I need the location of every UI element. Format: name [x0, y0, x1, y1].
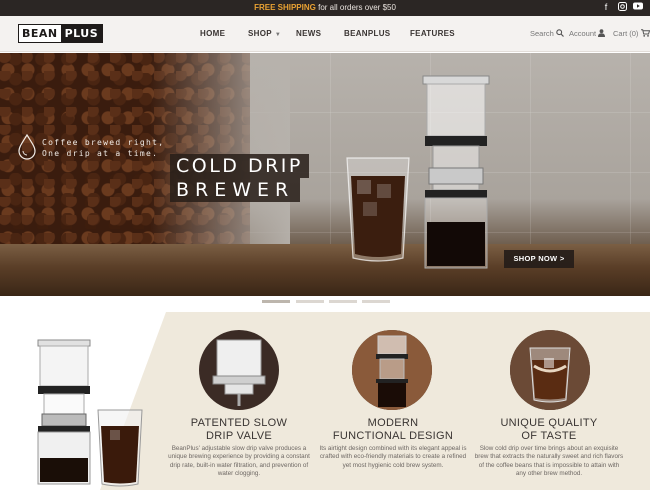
nav-shop-label: SHOP — [248, 29, 272, 38]
brand-part1: BEAN — [19, 25, 61, 42]
cart-link[interactable]: Cart (0) — [613, 29, 650, 38]
account-link[interactable]: Account — [569, 29, 606, 38]
slider-dot-4[interactable] — [362, 300, 390, 303]
slider-dot-1[interactable] — [262, 300, 290, 303]
water-drop-icon — [18, 133, 36, 160]
hero-tagline: Coffee brewed right, One drip at a time. — [42, 137, 164, 159]
feature-title-2: MODERN FUNCTIONAL DESIGN — [323, 417, 463, 443]
nav-beanplus[interactable]: BEANPLUS — [344, 29, 390, 38]
feature-desc-2: Its airtight design combined with its el… — [319, 445, 467, 469]
feature-title-1: PATENTED SLOW DRIP VALVE — [169, 417, 309, 443]
cold-drip-brewer-image — [422, 75, 490, 269]
feature-2-title-line1: MODERN — [367, 417, 419, 429]
user-icon — [598, 29, 606, 37]
hero-title-line2: BREWER — [170, 178, 301, 202]
cart-label: Cart (0) — [613, 29, 639, 38]
coffee-taste-image — [510, 330, 590, 410]
feature-desc-1: BeanPlus' adjustable slow drip valve pro… — [168, 445, 310, 478]
feature-2-title-line2: FUNCTIONAL DESIGN — [332, 430, 454, 442]
nav-shop[interactable]: SHOP ▼ — [248, 29, 281, 38]
account-label: Account — [569, 29, 597, 38]
search-link[interactable]: Search — [530, 29, 564, 38]
brewer-design-image — [352, 330, 432, 410]
brand-logo[interactable]: BEAN PLUS — [18, 24, 104, 43]
nav-home[interactable]: HOME — [200, 29, 225, 38]
main-nav: BEAN PLUS HOME SHOP ▼ NEWS BEANPLUS FEATUR… — [0, 16, 650, 52]
iced-coffee-glass-image — [346, 157, 410, 262]
hero-title-line1: COLD DRIP — [170, 154, 309, 178]
promo-bar: FREE SHIPPING for all orders over $50 f — [0, 0, 650, 16]
facebook-icon[interactable]: f — [601, 2, 611, 13]
search-icon — [556, 29, 564, 37]
nav-news[interactable]: NEWS — [296, 29, 321, 38]
tagline-line1: Coffee brewed right, — [42, 138, 165, 147]
promo-text: FREE SHIPPING for all orders over $50 — [0, 3, 650, 12]
chevron-down-icon: ▼ — [274, 32, 282, 38]
nav-features[interactable]: FEATURES — [410, 29, 455, 38]
feature-3-title-line1: UNIQUE QUALITY — [500, 417, 598, 429]
brand-part2: PLUS — [64, 27, 99, 40]
feature-3-title-line2: OF TASTE — [521, 430, 577, 442]
feature-title-3: UNIQUE QUALITY OF TASTE — [479, 417, 619, 443]
brewer-product-image — [37, 339, 143, 487]
youtube-icon[interactable] — [633, 2, 643, 13]
feature-desc-3: Slow cold drip over time brings about an… — [474, 445, 624, 478]
slider-dot-2[interactable] — [296, 300, 324, 303]
cart-icon — [640, 29, 650, 37]
feature-1-title-line1: PATENTED SLOW — [190, 417, 288, 429]
tagline-line2: One drip at a time. — [42, 149, 159, 158]
promo-rest: for all orders over $50 — [315, 3, 396, 12]
slider-dot-3[interactable] — [329, 300, 357, 303]
promo-strong: FREE SHIPPING — [254, 3, 316, 12]
drip-valve-image — [199, 330, 279, 410]
shop-now-button[interactable]: SHOP NOW > — [504, 250, 574, 268]
hero-banner[interactable]: Coffee brewed right, One drip at a time.… — [0, 53, 650, 296]
feature-1-title-line2: DRIP VALVE — [206, 430, 272, 442]
search-label: Search — [530, 29, 554, 38]
instagram-icon[interactable] — [617, 2, 627, 13]
